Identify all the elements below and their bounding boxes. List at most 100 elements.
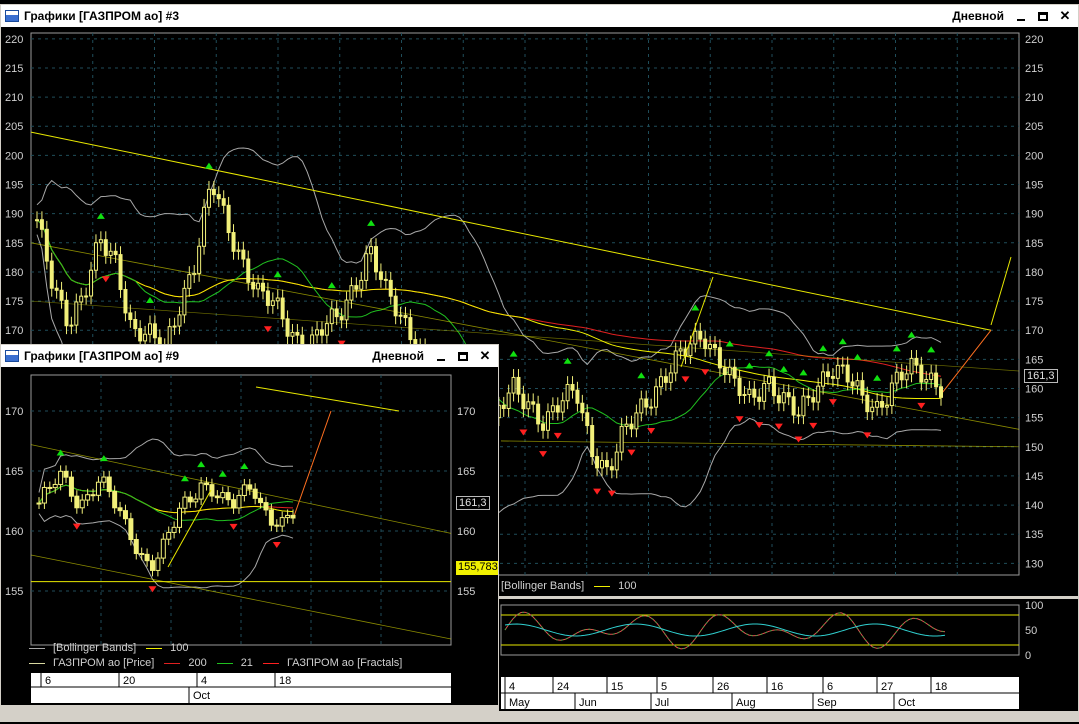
candle-body [128, 518, 134, 541]
candle-body [939, 386, 943, 398]
candle-body [171, 526, 177, 533]
y-tick-label-left: 210 [5, 92, 23, 104]
y-tick-label: 135 [1025, 529, 1043, 541]
candle-body [58, 470, 64, 485]
candle-body [875, 401, 880, 408]
time-day-label: 27 [881, 681, 893, 693]
candle-body [776, 395, 781, 404]
sub-window-title: Графики [ГАЗПРОМ ао] #9 [24, 349, 179, 363]
y-tick-label-left: 170 [5, 406, 23, 418]
candle-body [144, 553, 150, 562]
legend-fractals-swatch [262, 662, 279, 664]
candle-body [344, 299, 349, 321]
candle-body [113, 250, 118, 256]
candle-body [290, 331, 295, 337]
time-month-label: Oct [193, 690, 210, 702]
candle-body [166, 531, 172, 540]
y-tick-label: 170 [457, 406, 475, 418]
fractal-down-marker [917, 402, 926, 409]
candle-body [545, 411, 550, 431]
time-day-label: 15 [611, 681, 623, 693]
legend-ma100-label: 100 [170, 642, 189, 654]
candle-body [182, 496, 188, 509]
candle-body [74, 301, 79, 326]
time-day-label: 18 [279, 675, 291, 687]
fractal-down-marker [735, 416, 744, 423]
candle-body [919, 364, 924, 383]
legend-bb-swatch [29, 647, 45, 649]
y-tick-label-left: 185 [5, 238, 23, 250]
fractal-up-marker [146, 297, 154, 304]
y-tick-label: 175 [1025, 296, 1043, 308]
main-period-selector[interactable]: Дневной [952, 9, 1004, 23]
candle-body [202, 206, 207, 247]
y-tick-label: 185 [1025, 238, 1043, 250]
time-day-label: 26 [717, 681, 729, 693]
candle-body [236, 249, 241, 252]
candle-body [63, 470, 69, 478]
sub-period-selector[interactable]: Дневной [372, 349, 424, 363]
candle-body [757, 396, 762, 402]
candle-body [128, 312, 133, 321]
sub-chart-window[interactable]: Графики [ГАЗПРОМ ао] #9 Дневной ✕ 170 170… [0, 344, 499, 720]
candle-body [122, 510, 128, 520]
candle-body [929, 372, 934, 381]
candle-body [285, 514, 291, 519]
candle-body [727, 366, 732, 376]
candle-body [41, 486, 47, 504]
maximize-icon [1038, 11, 1048, 21]
time-month-label: Aug [736, 697, 756, 709]
projection-line [292, 410, 332, 520]
candle-body [850, 381, 855, 387]
projection-leg [680, 276, 714, 368]
legend-ma100-label: 100 [618, 580, 637, 592]
candle-body [133, 539, 139, 555]
main-window-title: Графики [ГАЗПРОМ ао] #3 [24, 9, 179, 23]
fractal-down-marker [627, 449, 636, 456]
fractal-up-marker [218, 470, 227, 477]
candle-body [36, 502, 42, 505]
sub-close-button[interactable]: ✕ [476, 348, 494, 364]
candle-body [658, 376, 663, 388]
candle-body [265, 290, 270, 306]
y-tick-label-left: 170 [5, 325, 23, 337]
main-title-bar[interactable]: Графики [ГАЗПРОМ ао] #3 Дневной ✕ [1, 5, 1078, 27]
sub-maximize-button[interactable] [454, 348, 472, 364]
candle-body [575, 389, 580, 404]
main-minimize-button[interactable] [1012, 8, 1030, 24]
trend-line [30, 444, 452, 534]
candle-body [324, 323, 329, 336]
sub-minimize-button[interactable] [432, 348, 450, 364]
candle-body [160, 538, 166, 559]
fractal-down-marker [101, 276, 110, 283]
candle-body [295, 331, 300, 336]
fractal-down-marker [593, 488, 602, 495]
candle-body [383, 278, 388, 281]
main-maximize-button[interactable] [1034, 8, 1052, 24]
fractal-up-marker [907, 331, 916, 338]
candle-body [263, 502, 269, 511]
candle-body [177, 314, 182, 327]
candle-body [609, 466, 614, 471]
fractal-down-marker [774, 423, 783, 430]
candle-body [713, 343, 717, 349]
time-day-label: 24 [557, 681, 569, 693]
candle-body [206, 188, 211, 208]
fractal-down-marker [72, 523, 81, 530]
main-close-button[interactable]: ✕ [1056, 8, 1074, 24]
candle-body [555, 405, 560, 413]
trend-line [255, 386, 400, 412]
maximize-icon [458, 351, 468, 361]
candle-body [673, 350, 678, 374]
candle-body [274, 524, 280, 527]
candle-body [231, 499, 237, 509]
candle-body [663, 376, 668, 383]
candle-body [261, 282, 265, 292]
y-tick-label-left: 195 [5, 180, 23, 192]
candle-body [855, 380, 860, 387]
oscillator-tick-label: 0 [1025, 650, 1031, 662]
fractal-up-marker [819, 345, 828, 352]
candle-body [47, 486, 53, 489]
sub-title-bar[interactable]: Графики [ГАЗПРОМ ао] #9 Дневной ✕ [1, 345, 498, 367]
candle-body [192, 272, 197, 276]
